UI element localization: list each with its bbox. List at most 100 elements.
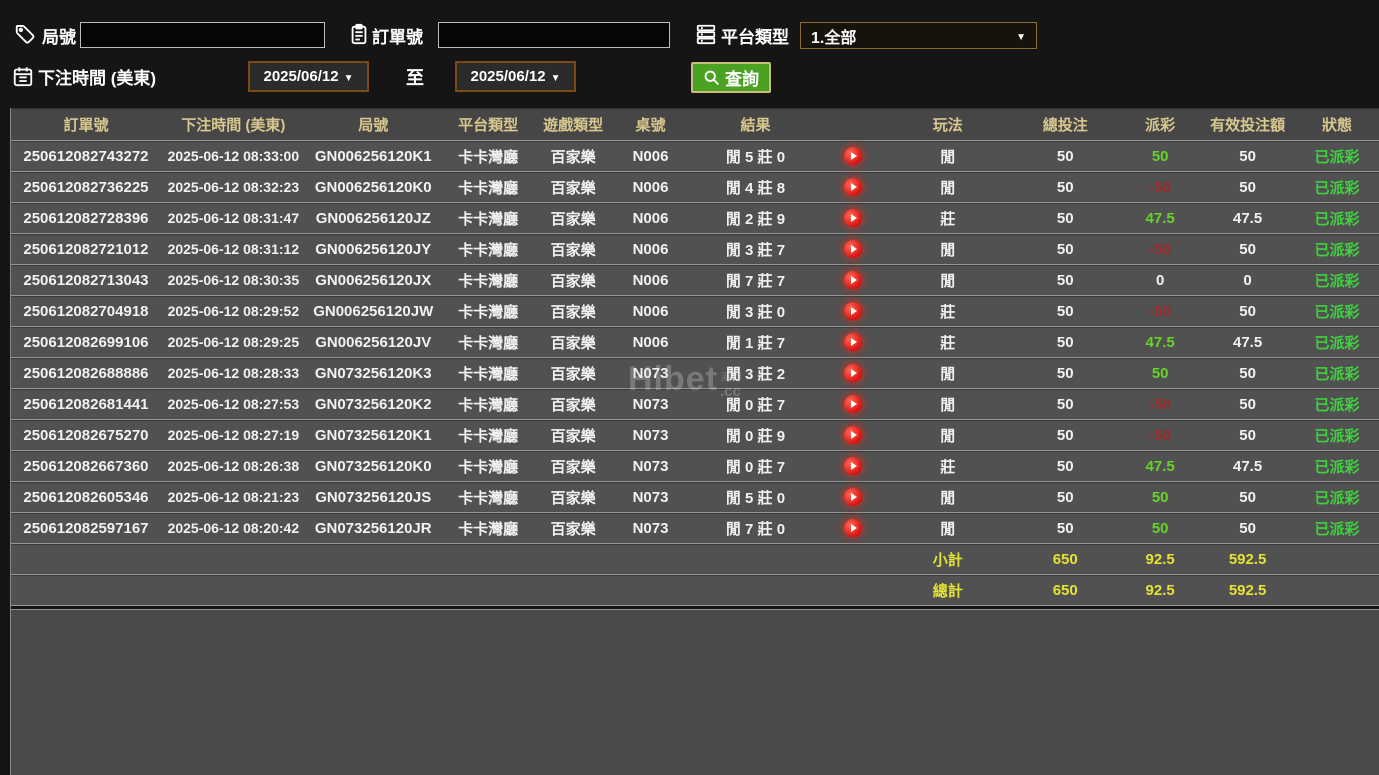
cell-platform: 卡卡灣廳 [441, 513, 536, 543]
cell-payout: -50 [1120, 234, 1200, 264]
order-id-label: 訂單號 [372, 23, 423, 48]
date-to-select[interactable]: 2025/06/12 [455, 61, 576, 92]
chevron-down-icon [1011, 27, 1026, 45]
play-video-button[interactable] [844, 333, 862, 351]
cell-total-bet: 50 [1010, 141, 1120, 171]
cell-bet-time: 2025-06-12 08:27:53 [161, 389, 306, 419]
table-row: 2506120827130432025-06-12 08:30:35GN0062… [11, 265, 1379, 296]
cell-total-bet: 50 [1010, 203, 1120, 233]
cell-round-id: GN073256120JR [306, 513, 441, 543]
cell-valid-bet: 50 [1200, 482, 1295, 512]
cell-bet-type: 閒 [885, 482, 1010, 512]
round-id-input[interactable] [80, 22, 325, 48]
subtotal-label: 小計 [885, 544, 1010, 574]
cell-round-id: GN006256120JY [306, 234, 441, 264]
query-button[interactable]: 查詢 [691, 62, 771, 93]
play-video-button[interactable] [844, 519, 862, 537]
play-video-button[interactable] [844, 178, 862, 196]
cell-total-bet: 50 [1010, 420, 1120, 450]
date-to-value: 2025/06/12 [471, 68, 546, 85]
col-header-round-id: 局號 [306, 108, 441, 140]
play-video-button[interactable] [844, 426, 862, 444]
play-video-button[interactable] [844, 364, 862, 382]
cell-payout: -50 [1120, 389, 1200, 419]
total-row: 總計 650 92.5 592.5 [11, 575, 1379, 606]
play-video-button[interactable] [844, 457, 862, 475]
cell-platform: 卡卡灣廳 [441, 420, 536, 450]
cell-status: 已派彩 [1295, 358, 1379, 388]
chevron-down-icon [546, 68, 561, 85]
cell-bet-type: 閒 [885, 265, 1010, 295]
cell-round-id: GN073256120K3 [306, 358, 441, 388]
cell-valid-bet: 50 [1200, 234, 1295, 264]
cell-result: 閒 4 莊 8 [691, 172, 821, 202]
cell-total-bet: 50 [1010, 327, 1120, 357]
play-video-button[interactable] [844, 209, 862, 227]
cell-bet-type: 閒 [885, 358, 1010, 388]
cell-valid-bet: 47.5 [1200, 451, 1295, 481]
col-header-order-id: 訂單號 [11, 108, 161, 140]
play-video-button[interactable] [844, 147, 862, 165]
cell-game: 百家樂 [536, 172, 611, 202]
cell-game: 百家樂 [536, 327, 611, 357]
col-header-platform: 平台類型 [441, 108, 536, 140]
cell-result: 閒 2 莊 9 [691, 203, 821, 233]
col-header-game-type: 遊戲類型 [536, 108, 611, 140]
platform-type-select[interactable]: 1.全部 [800, 22, 1037, 49]
calendar-icon [12, 65, 34, 87]
total-valid-bet: 592.5 [1200, 575, 1295, 605]
cell-game: 百家樂 [536, 203, 611, 233]
play-video-button[interactable] [844, 302, 862, 320]
subtotal-valid-bet: 592.5 [1200, 544, 1295, 574]
cell-result: 閒 7 莊 0 [691, 513, 821, 543]
cell-bet-time: 2025-06-12 08:30:35 [161, 265, 306, 295]
cell-table-no: N006 [611, 172, 691, 202]
cell-result: 閒 5 莊 0 [691, 141, 821, 171]
cell-round-id: GN073256120K1 [306, 420, 441, 450]
date-from-select[interactable]: 2025/06/12 [248, 61, 369, 92]
cell-bet-time: 2025-06-12 08:33:00 [161, 141, 306, 171]
col-header-table-no: 桌號 [611, 108, 691, 140]
cell-video [820, 234, 885, 264]
cell-valid-bet: 50 [1200, 358, 1295, 388]
cell-video [820, 358, 885, 388]
cell-total-bet: 50 [1010, 265, 1120, 295]
cell-status: 已派彩 [1295, 451, 1379, 481]
cell-video [820, 389, 885, 419]
cell-platform: 卡卡灣廳 [441, 451, 536, 481]
cell-round-id: GN006256120K1 [306, 141, 441, 171]
cell-round-id: GN073256120K0 [306, 451, 441, 481]
cell-valid-bet: 50 [1200, 141, 1295, 171]
cell-round-id: GN006256120JZ [306, 203, 441, 233]
cell-bet-type: 莊 [885, 451, 1010, 481]
cell-round-id: GN006256120JX [306, 265, 441, 295]
table-row: 2506120826053462025-06-12 08:21:23GN0732… [11, 482, 1379, 513]
to-label: 至 [406, 64, 424, 90]
total-label: 總計 [885, 575, 1010, 605]
table-header-row: 訂單號 下注時間 (美東) 局號 平台類型 遊戲類型 桌號 結果 玩法 總投注 … [11, 108, 1379, 141]
cell-order-id: 250612082743272 [11, 141, 161, 171]
play-video-button[interactable] [844, 395, 862, 413]
play-video-button[interactable] [844, 271, 862, 289]
table-row: 2506120826752702025-06-12 08:27:19GN0732… [11, 420, 1379, 451]
cell-order-id: 250612082688886 [11, 358, 161, 388]
cell-bet-time: 2025-06-12 08:31:12 [161, 234, 306, 264]
cell-video [820, 451, 885, 481]
cell-status: 已派彩 [1295, 141, 1379, 171]
cell-platform: 卡卡灣廳 [441, 172, 536, 202]
cell-order-id: 250612082728396 [11, 203, 161, 233]
order-id-input[interactable] [438, 22, 670, 48]
cell-game: 百家樂 [536, 482, 611, 512]
cell-round-id: GN006256120JV [306, 327, 441, 357]
cell-platform: 卡卡灣廳 [441, 265, 536, 295]
cell-bet-time: 2025-06-12 08:29:25 [161, 327, 306, 357]
cell-table-no: N073 [611, 389, 691, 419]
cell-table-no: N073 [611, 482, 691, 512]
cell-result: 閒 5 莊 0 [691, 482, 821, 512]
play-video-button[interactable] [844, 488, 862, 506]
play-video-button[interactable] [844, 240, 862, 258]
cell-total-bet: 50 [1010, 389, 1120, 419]
cell-result: 閒 7 莊 7 [691, 265, 821, 295]
cell-payout: 47.5 [1120, 451, 1200, 481]
cell-order-id: 250612082681441 [11, 389, 161, 419]
